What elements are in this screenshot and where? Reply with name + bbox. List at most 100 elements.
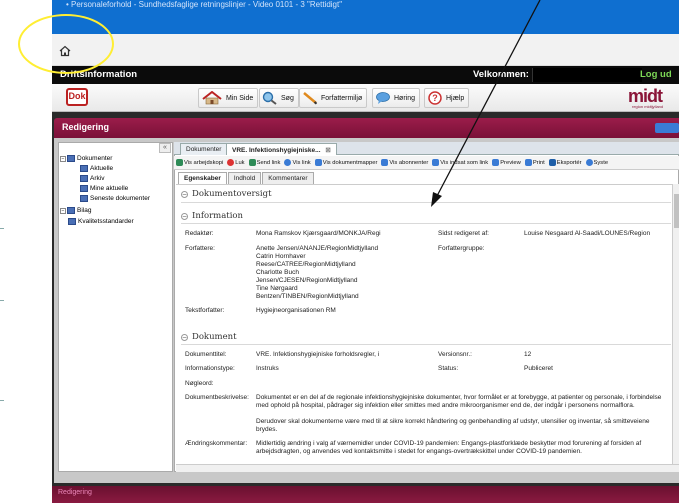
browser-toolbar [52, 34, 679, 66]
menu-label: Høring [394, 94, 416, 102]
field-label: Versionsnr.: [438, 351, 472, 358]
vertical-scrollbar[interactable] [672, 184, 679, 464]
app-header: Driftsinformation Velkommen: Log ud [52, 66, 679, 84]
field-forfattere-4: Jensen/CJESEN/RegionMidtjylland [256, 277, 358, 284]
window-title: • Personaleforhold - Sundhedsfaglige ret… [66, 0, 343, 9]
document-list-icon [68, 218, 76, 225]
home-icon[interactable] [59, 45, 71, 57]
action-label: Vis dokumentmapper [322, 159, 378, 166]
section-title: Information [192, 211, 244, 221]
tree-item-aktuelle[interactable]: Aktuelle [80, 165, 113, 172]
list-icon [381, 159, 389, 166]
collapse-tree-button[interactable]: « [159, 143, 171, 153]
username-box [532, 68, 642, 82]
action-label: Vis link [292, 159, 311, 166]
menu-label: Søg [281, 94, 294, 102]
divider [181, 223, 671, 224]
window-titlebar: • Personaleforhold - Sundhedsfaglige ret… [52, 0, 679, 34]
field-label: Forfattergruppe: [438, 245, 485, 252]
action-eksporter[interactable]: Eksportér [548, 159, 582, 166]
status-bar: Redigering [52, 486, 679, 503]
collapse-icon[interactable]: − [181, 190, 188, 198]
tree-item-label: Bilag [77, 207, 92, 214]
action-luk[interactable]: Luk [227, 159, 245, 166]
word-icon [548, 159, 556, 166]
tree-item-label: Aktuelle [90, 165, 114, 172]
field-forfattere-5: Tine Nørgaard [256, 285, 298, 292]
tab-indhold[interactable]: Indhold [227, 172, 262, 184]
margin-tick [0, 400, 4, 401]
field-label: Redaktør: [185, 230, 214, 237]
tree-item-bilag[interactable]: − Bilag [60, 207, 91, 214]
expand-icon[interactable]: − [60, 155, 66, 162]
expand-icon[interactable]: − [60, 207, 66, 214]
field-label: Sidst redigeret af: [438, 230, 489, 237]
tab-dokumenter[interactable]: Dokumenter [180, 143, 228, 155]
divider [181, 202, 671, 203]
field-aendringskommentar: Midlertidig ændring i valg af værnemidle… [256, 440, 642, 455]
send-icon [248, 159, 256, 166]
panel-title: Redigering [62, 122, 110, 132]
action-vis-arbejdskopi[interactable]: Vis arbejdskopi [176, 159, 223, 166]
action-preview[interactable]: Preview [492, 159, 521, 166]
home-icon [202, 91, 222, 105]
horizontal-scrollbar[interactable] [176, 464, 679, 472]
document-list-icon [80, 175, 88, 182]
action-print[interactable]: Print [524, 159, 545, 166]
tab-egenskaber[interactable]: Egenskaber [178, 172, 227, 184]
preview-icon [492, 159, 500, 166]
action-vis-dokumentmapper[interactable]: Vis dokumentmapper [314, 159, 378, 166]
document-tabs: Dokumenter VRE. Infektionshygiejniske...… [174, 142, 679, 155]
list-icon [432, 159, 440, 166]
tab-kommentarer[interactable]: Kommentarer [262, 172, 314, 184]
action-vis-link[interactable]: Vis link [284, 159, 311, 166]
region-midt-sub: region midtjylland [632, 104, 664, 109]
field-redaktor: Mona Ramskov Kjærsgaard/MONKJA/Regi [256, 230, 381, 237]
section-dokumentoversigt[interactable]: − Dokumentoversigt [181, 189, 272, 199]
menu-label: Forfattermiljø [321, 94, 363, 102]
link-icon [284, 159, 292, 166]
field-status: Publiceret [524, 365, 553, 372]
tree-item-arkiv[interactable]: Arkiv [80, 175, 104, 182]
menu-hjaelp-button[interactable]: ? Hjælp [424, 88, 470, 108]
tree-item-mine-aktuelle[interactable]: Mine aktuelle [80, 185, 128, 192]
document-list-icon [80, 195, 88, 202]
logout-link[interactable]: Log ud [640, 69, 672, 80]
action-send-link[interactable]: Send link [248, 159, 280, 166]
menu-horing-button[interactable]: Høring [372, 88, 421, 108]
field-label: Ændringskommentar: [185, 440, 248, 447]
document-icon [176, 159, 183, 166]
close-tab-icon[interactable]: ⊠ [325, 147, 330, 154]
menu-min-side-button[interactable]: Min Side [198, 88, 259, 108]
help-icon: ? [428, 91, 442, 105]
field-label: Dokumentbeskrivelse: [185, 394, 249, 401]
action-vis-abonnenter[interactable]: Vis abonnenter [381, 159, 428, 166]
action-system[interactable]: Syste [585, 159, 608, 166]
pencil-icon [303, 92, 318, 105]
folder-icon [67, 155, 75, 162]
field-sidst-redigeret: Louise Nesgaard Al-Saadi/LOUNES/Region [524, 230, 651, 237]
tree-item-kvalitetsstandarder[interactable]: Kvalitetsstandarder [68, 218, 134, 225]
field-label: Forfattere: [185, 245, 215, 252]
menu-forfattermiljo-button[interactable]: Forfattermiljø [299, 88, 368, 108]
divider [181, 344, 671, 345]
scrollbar-thumb[interactable] [674, 194, 679, 228]
collapse-icon[interactable]: − [181, 333, 188, 341]
menu-search-button[interactable]: Søg [259, 88, 299, 108]
field-label: Dokumenttitel: [185, 351, 227, 358]
section-dokument[interactable]: − Dokument [181, 332, 237, 342]
section-information[interactable]: − Information [181, 211, 243, 221]
folder-icon [314, 159, 322, 166]
window-controls[interactable] [655, 123, 679, 133]
tree-item-seneste-dokumenter[interactable]: Seneste dokumenter [80, 195, 150, 202]
action-vis-indsat-som-link[interactable]: Vis indsat som link [432, 159, 488, 166]
field-forfattere-3: Charlotte Buch [256, 269, 299, 276]
tree-item-dokumenter[interactable]: − Dokumenter [60, 155, 112, 162]
document-list-icon [80, 165, 88, 172]
collapse-icon[interactable]: − [181, 212, 188, 220]
app-brand: Driftsinformation [60, 69, 138, 80]
menu-label: Hjælp [446, 94, 465, 102]
tab-vre-document[interactable]: VRE. Infektionshygiejniske... ⊠ [226, 143, 337, 155]
field-forfattere-0: Anette Jensen/ANANJE/RegionMidtjylland [256, 245, 379, 252]
dok-logo[interactable]: Dok [66, 88, 88, 106]
